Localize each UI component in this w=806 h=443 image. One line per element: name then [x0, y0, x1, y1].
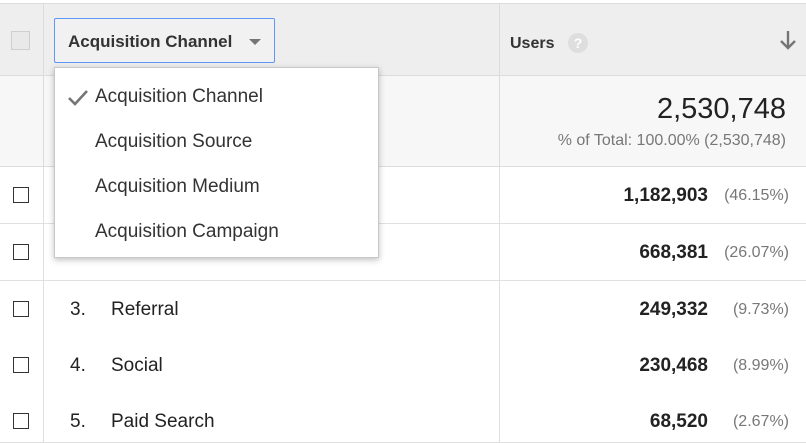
- row-users-percent: (26.07%): [724, 244, 789, 261]
- row-check-cell: [0, 281, 44, 337]
- row-users-percent: (46.15%): [724, 187, 789, 204]
- arrow-down-icon[interactable]: [778, 28, 798, 52]
- header-checkbox-cell: [0, 4, 44, 75]
- row-checkbox[interactable]: [13, 187, 29, 203]
- menu-item-acquisition-medium[interactable]: Acquisition Medium: [55, 167, 378, 211]
- row-checkbox[interactable]: [13, 301, 29, 317]
- table-header: Acquisition Channel Users ?: [0, 3, 806, 76]
- total-users-value: 2,530,748: [656, 93, 786, 125]
- users-column-label: Users: [510, 35, 555, 52]
- menu-item-acquisition-channel[interactable]: Acquisition Channel: [55, 77, 378, 121]
- dimension-selector[interactable]: Acquisition Channel: [54, 18, 275, 63]
- row-users-value: 1,182,903: [623, 185, 708, 206]
- totals-users-cell: 2,530,748 % of Total: 100.00% (2,530,748…: [499, 76, 806, 166]
- row-channel-link[interactable]: Paid Search: [111, 411, 215, 433]
- menu-item-label: Acquisition Campaign: [95, 221, 279, 242]
- row-index: 5.: [70, 411, 86, 432]
- row-users-value: 230,468: [639, 355, 708, 376]
- row-users-value: 68,520: [649, 411, 708, 432]
- row-users-value: 249,332: [639, 299, 708, 320]
- totals-check-cell: [0, 76, 44, 166]
- help-icon[interactable]: ?: [568, 33, 588, 53]
- menu-item-label: Acquisition Medium: [95, 176, 260, 197]
- row-checkbox[interactable]: [13, 244, 29, 260]
- row-checkbox[interactable]: [13, 413, 29, 429]
- dimension-dropdown-menu: Acquisition Channel Acquisition Source A…: [54, 67, 379, 258]
- table-row: 3. Referral 249,332 (9.73%): [0, 281, 806, 338]
- row-users-value: 668,381: [639, 242, 708, 263]
- check-icon: [68, 90, 88, 106]
- row-users-cell: 68,520 (2.67%): [499, 393, 806, 442]
- total-users-percent: % of Total: 100.00% (2,530,748): [557, 132, 786, 149]
- table-row: 5. Paid Search 68,520 (2.67%): [0, 393, 806, 443]
- row-users-cell: 249,332 (9.73%): [499, 281, 806, 337]
- menu-item-label: Acquisition Source: [95, 131, 253, 152]
- report-table: Acquisition Channel Users ? 2,530,748 % …: [0, 0, 806, 443]
- row-index: 3.: [70, 299, 86, 320]
- table-row: 4. Social 230,468 (8.99%): [0, 337, 806, 394]
- menu-item-label: Acquisition Channel: [95, 86, 263, 107]
- row-users-percent: (2.67%): [732, 413, 789, 430]
- dimension-selector-label: Acquisition Channel: [68, 32, 233, 51]
- row-users-cell: 230,468 (8.99%): [499, 337, 806, 393]
- row-users-percent: (9.73%): [732, 301, 789, 318]
- row-check-cell: [0, 337, 44, 393]
- select-all-checkbox[interactable]: [11, 31, 30, 50]
- menu-item-acquisition-source[interactable]: Acquisition Source: [55, 122, 378, 166]
- row-checkbox[interactable]: [13, 357, 29, 373]
- row-check-cell: [0, 393, 44, 442]
- row-check-cell: [0, 167, 44, 223]
- users-column-header[interactable]: Users ?: [499, 4, 806, 75]
- row-channel-link[interactable]: Referral: [111, 299, 179, 321]
- row-check-cell: [0, 224, 44, 280]
- row-users-percent: (8.99%): [732, 357, 789, 374]
- row-channel-link[interactable]: Social: [111, 355, 163, 377]
- row-index: 4.: [70, 355, 86, 376]
- row-users-cell: 1,182,903 (46.15%): [499, 167, 806, 223]
- row-users-cell: 668,381 (26.07%): [499, 224, 806, 280]
- chevron-down-icon: [249, 39, 261, 45]
- menu-item-acquisition-campaign[interactable]: Acquisition Campaign: [55, 212, 378, 256]
